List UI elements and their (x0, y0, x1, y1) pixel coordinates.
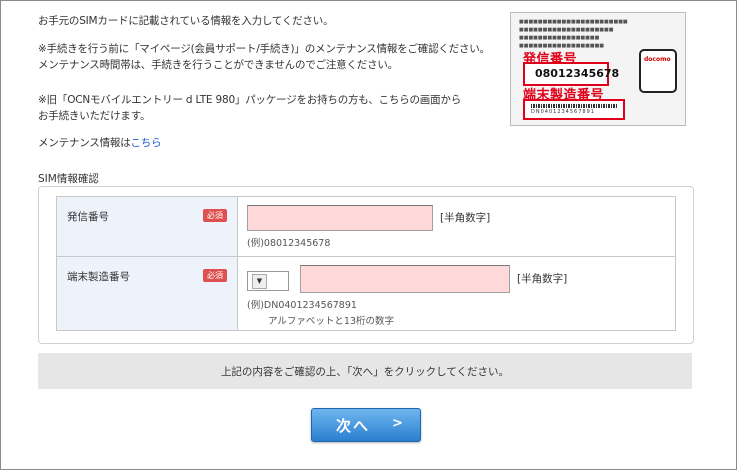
chevron-right-icon: > (392, 416, 403, 431)
required-badge: 必須 (203, 209, 227, 222)
serial-value-cell: DN ▼ [半角数字] (例)DN0401234567891 アルファベットと1… (237, 256, 676, 331)
maintenance-info-label: メンテナンス情報は (38, 137, 131, 149)
phone-row: 発信番号 必須 [半角数字] (例)08012345678 (56, 196, 676, 257)
section-title: SIM情報確認 (38, 173, 99, 185)
maintenance-info-link[interactable]: こちら (131, 137, 162, 149)
serial-row: 端末製造番号 必須 DN ▼ [半角数字] (例)DN0401234567891… (56, 256, 676, 331)
barcode-icon (531, 104, 617, 108)
legacy-package-note-2: お手続きいただけます。 (38, 110, 151, 122)
docomo-logo: docomo (639, 49, 677, 93)
confirmation-text: 上記の内容をご確認の上、「次へ」をクリックしてください。 (220, 366, 510, 378)
serial-label: 端末製造番号 (67, 271, 130, 283)
phone-label-cell: 発信番号 必須 (56, 196, 238, 257)
maintenance-notice-2: メンテナンス時間帯は、手続きを行うことができませんのでご注意ください。 (38, 59, 398, 71)
required-badge: 必須 (203, 269, 227, 282)
chevron-down-icon: ▼ (252, 274, 267, 289)
serial-number-input[interactable] (300, 265, 510, 293)
next-button[interactable]: 次へ > (311, 408, 421, 442)
confirmation-notice: 上記の内容をご確認の上、「次へ」をクリックしてください。 (38, 353, 692, 389)
maintenance-info-line: メンテナンス情報はこちら (38, 136, 162, 150)
card-number-highlight: 08012345678 (523, 62, 619, 86)
card-fine-print: ■■■■■■■■■■■■■■■■■■■■■■■ (519, 19, 628, 25)
sim-info-form: 発信番号 必須 [半角数字] (例)08012345678 端末製造番号 必須 … (56, 196, 676, 331)
serial-prefix-select[interactable]: DN ▼ (247, 271, 289, 291)
serial-format-hint: [半角数字] (517, 273, 568, 285)
phone-number-input[interactable] (247, 205, 433, 231)
card-serial-highlight: DN0401234567891 (523, 99, 625, 120)
maintenance-notice: ※手続きを行う前に「マイページ(会員サポート/手続き)」のメンテナンス情報をご確… (38, 43, 490, 55)
phone-example: (例)08012345678 (247, 238, 331, 249)
intro-text: お手元のSIMカードに記載されている情報を入力してください。 (38, 15, 334, 27)
next-button-label: 次へ (336, 417, 371, 435)
sim-card-image: ■■■■■■■■■■■■■■■■■■■■■■■ ■■■■■■■■■■■■■■■■… (510, 12, 686, 126)
phone-format-hint: [半角数字] (440, 212, 491, 224)
serial-label-cell: 端末製造番号 必須 (56, 256, 238, 331)
serial-format-note: アルファベットと13桁の数字 (268, 316, 394, 327)
phone-label: 発信番号 (67, 211, 109, 223)
phone-value-cell: [半角数字] (例)08012345678 (237, 196, 676, 257)
serial-example: (例)DN0401234567891 (247, 300, 357, 311)
legacy-package-note: ※旧「OCNモバイルエントリー d LTE 980」パッケージをお持ちの方も、こ… (38, 94, 461, 106)
